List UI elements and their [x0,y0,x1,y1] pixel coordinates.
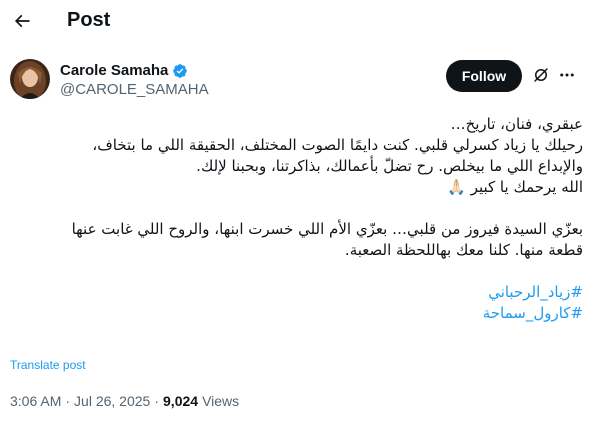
arrow-left-icon [14,14,30,28]
back-button[interactable] [8,4,36,38]
post-time[interactable]: 3:06 AM [10,393,61,409]
tweet-line: بعزّي السيدة فيروز من قلبي… بعزّي الأم ا… [71,220,583,238]
grok-icon[interactable] [532,66,550,84]
post-meta: 3:06 AM · Jul 26, 2025 · 9,024 Views [10,393,239,409]
tweet-line: عبقري، فنان، تاريخ… [450,115,583,133]
tweet-text: عبقري، فنان، تاريخ… رحيلك يا زياد كسرلي … [13,114,583,324]
verified-badge-icon [172,63,188,79]
tweet-line: الله يرحمك يا كبير 🙏🏻 [447,178,583,196]
tweet-line: والإبداع اللي ما بيخلص. رح تضلّ بأعمالك،… [196,157,583,175]
more-options-icon[interactable] [558,66,576,84]
post-date[interactable]: Jul 26, 2025 [74,393,150,409]
separator-dot: · [154,393,160,409]
page-title: Post [67,9,111,31]
author-name-text: Carole Samaha [60,62,169,79]
tweet-line: قطعة منها. كلنا معك بهاللحظة الصعبة. [344,241,583,259]
avatar[interactable] [10,59,50,99]
hashtag-link[interactable]: #زياد_الرحباني [13,282,583,303]
author-handle[interactable]: @CAROLE_SAMAHA [60,81,209,98]
top-bar: Post [0,0,595,44]
separator-dot: · [65,393,71,409]
follow-button[interactable]: Follow [446,60,522,92]
views-label: Views [202,393,240,409]
tweet-line: رحيلك يا زياد كسرلي قلبي. كنت دايمًا الص… [92,136,583,154]
views-count: 9,024 [163,393,199,409]
hashtag-link[interactable]: #كارول_سماحة [13,303,583,324]
author-name[interactable]: Carole Samaha [60,62,188,79]
translate-post-link[interactable]: Translate post [10,358,86,372]
